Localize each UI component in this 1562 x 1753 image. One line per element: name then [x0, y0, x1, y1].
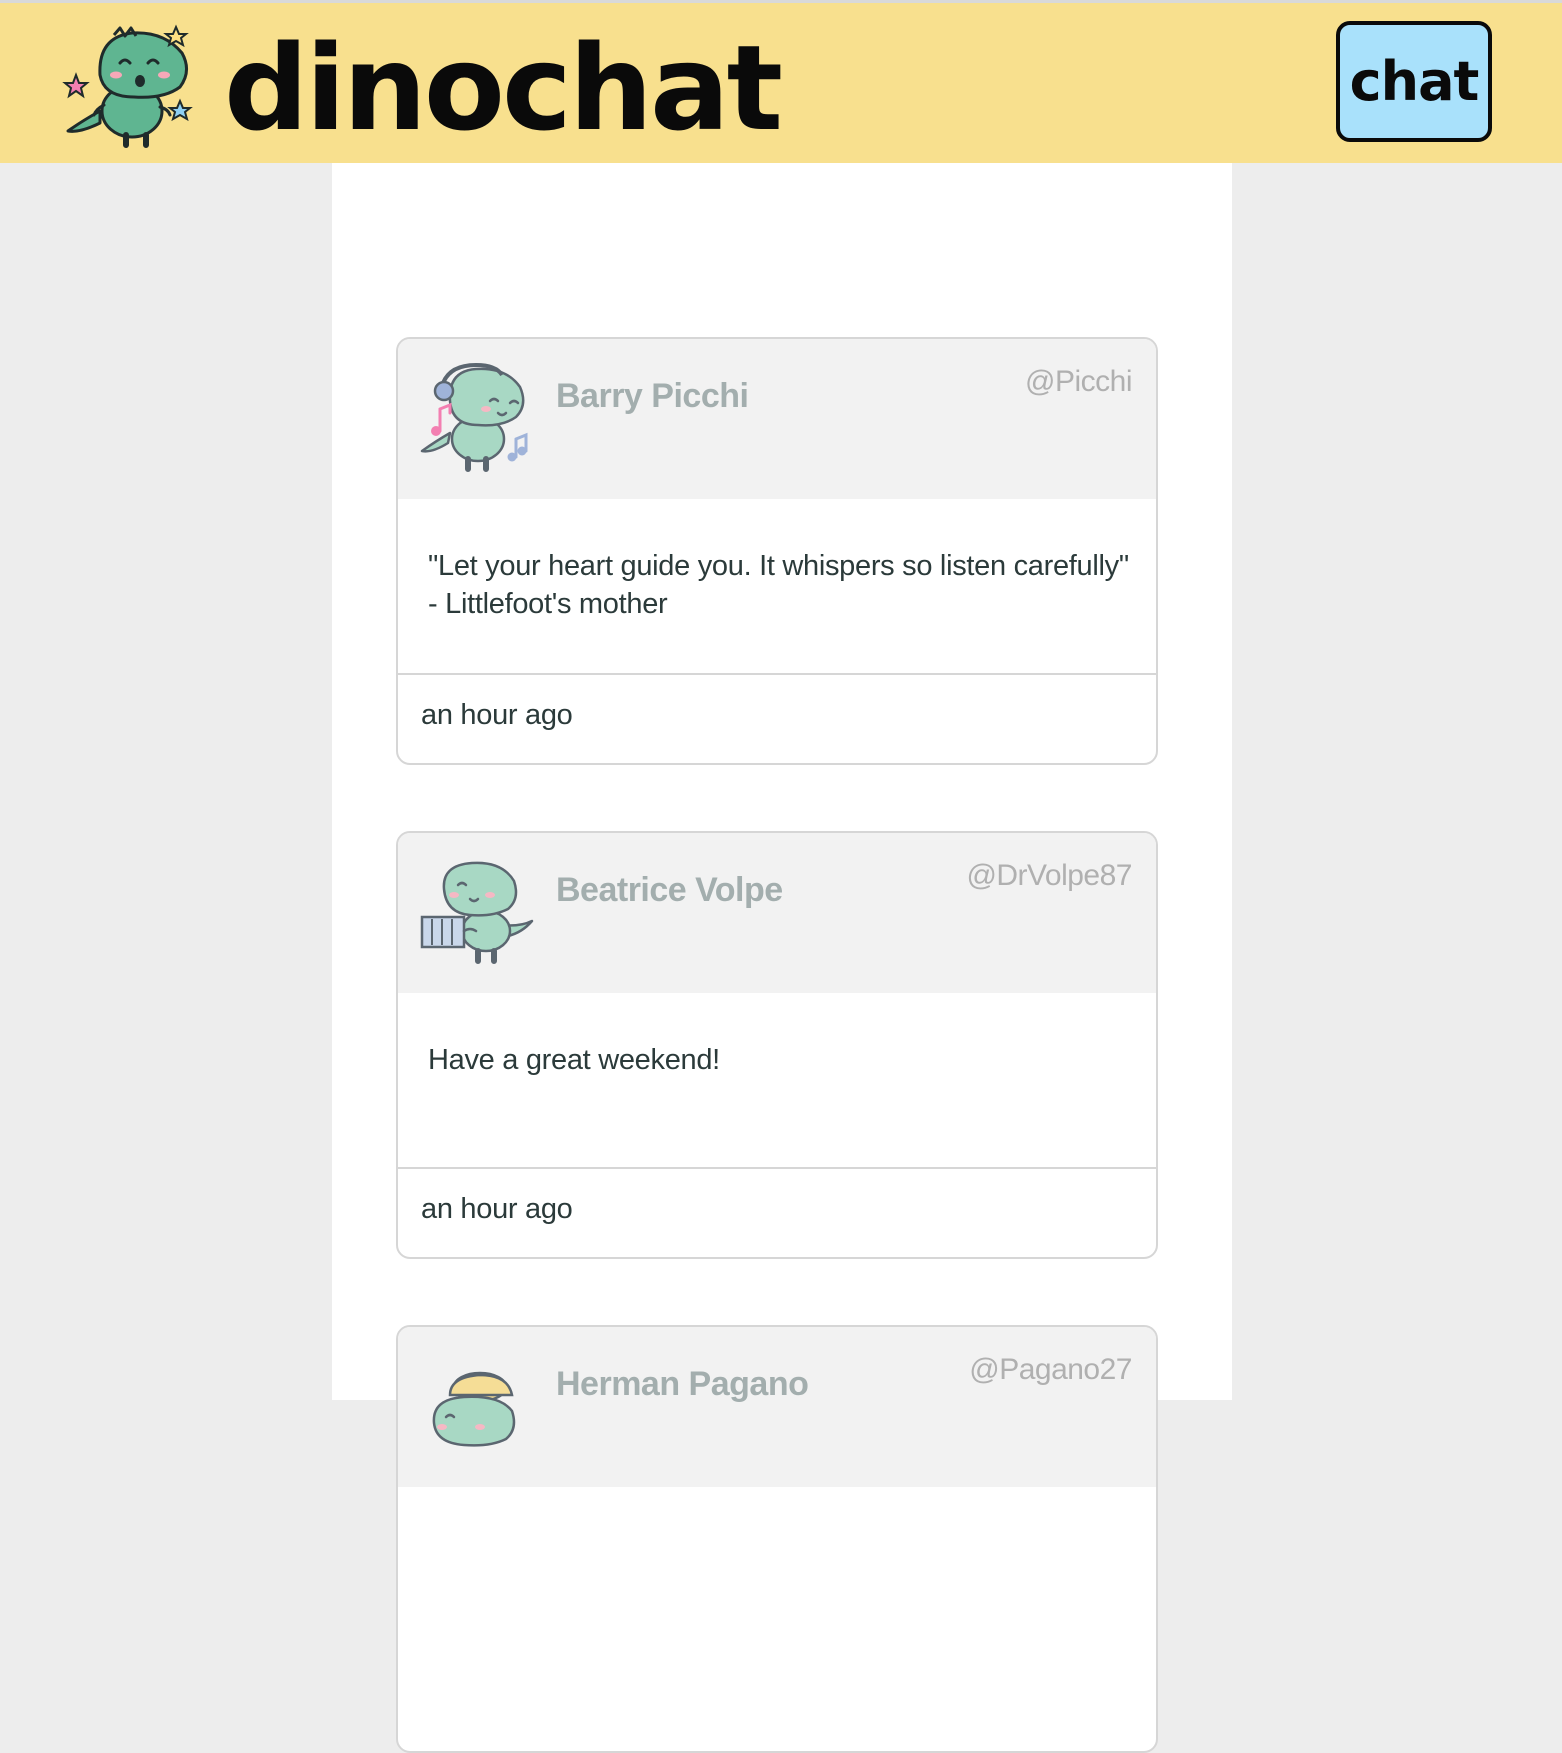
post-card-header: Barry Picchi @Picchi: [398, 339, 1156, 499]
post-timestamp: an hour ago: [421, 699, 573, 731]
post-author-name[interactable]: Barry Picchi: [556, 377, 749, 416]
post-message-line: "Let your heart guide you. It whispers s…: [428, 550, 1129, 582]
dino-bookshelf-icon: [420, 861, 534, 964]
post-message: Have a great weekend!: [398, 993, 1156, 1169]
post-author-handle[interactable]: @Pagano27: [969, 1353, 1132, 1387]
post-author-name[interactable]: Beatrice Volpe: [556, 871, 783, 910]
feed-column: Barry Picchi @Picchi "Let your heart gui…: [332, 163, 1232, 1753]
dino-headphones-icon: [420, 362, 528, 472]
post-card: Beatrice Volpe @DrVolpe87 Have a great w…: [396, 831, 1158, 1259]
chat-button[interactable]: chat: [1336, 21, 1492, 142]
brand-wordmark[interactable]: dinochat: [224, 13, 783, 163]
post-author-name[interactable]: Herman Pagano: [556, 1365, 809, 1404]
post-author-handle[interactable]: @Picchi: [1025, 365, 1132, 399]
post-card: Herman Pagano @Pagano27: [396, 1325, 1158, 1753]
navbar: dinochat chat: [0, 3, 1562, 163]
post-card: Barry Picchi @Picchi "Let your heart gui…: [396, 337, 1158, 765]
post-card-header: Beatrice Volpe @DrVolpe87: [398, 833, 1156, 993]
post-message-line: Have a great weekend!: [428, 1044, 720, 1076]
post-card-header: Herman Pagano @Pagano27: [398, 1327, 1156, 1487]
post-timestamp: an hour ago: [421, 1193, 573, 1225]
post-author-handle[interactable]: @DrVolpe87: [966, 859, 1132, 893]
dino-hat-icon: [432, 1371, 516, 1447]
dino-mascot-logo-icon: [62, 24, 193, 148]
post-message: "Let your heart guide you. It whispers s…: [398, 499, 1156, 675]
post-message-line: - Littlefoot's mother: [428, 588, 668, 620]
